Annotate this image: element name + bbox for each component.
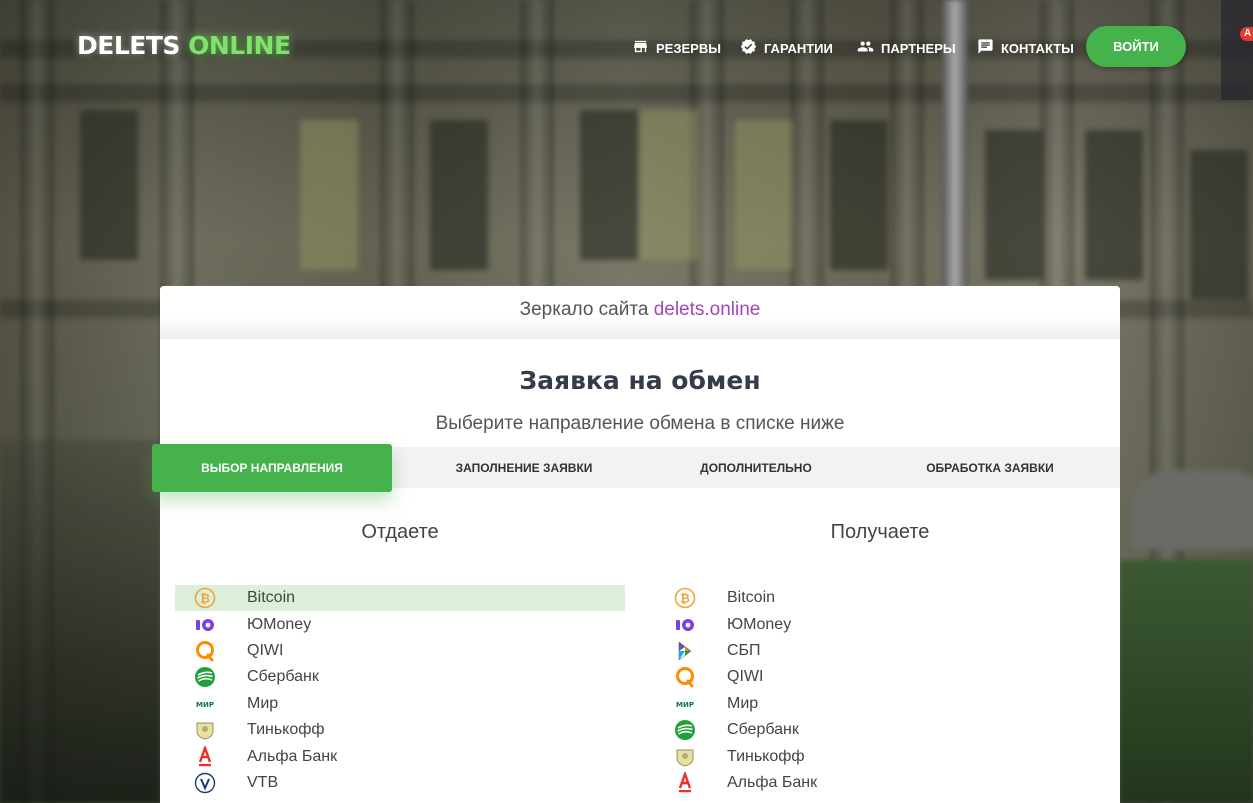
- nav-reserves-label: РЕЗЕРВЫ: [656, 40, 721, 56]
- qiwi-icon: [194, 640, 216, 662]
- exchange-card: Зеркало сайта delets.online Заявка на об…: [152, 286, 1120, 803]
- tab-processing[interactable]: ОБРАБОТКА ЗАЯВКИ: [870, 447, 1110, 488]
- currency-name: Сбербанк: [247, 668, 319, 686]
- currency-name: QIWI: [247, 641, 284, 659]
- logo-main: DELETS: [77, 31, 189, 60]
- give-item-tinkoff[interactable]: Тинькофф: [175, 717, 625, 743]
- currency-name: Мир: [727, 694, 759, 712]
- svg-text:МИР: МИР: [676, 701, 694, 709]
- nav-partners-label: ПАРТНЕРЫ: [881, 40, 956, 56]
- vtb-icon: [194, 772, 216, 794]
- currency-name: Bitcoin: [247, 589, 296, 607]
- svg-text:₿: ₿: [680, 592, 690, 606]
- currency-name: Альфа Банк: [727, 773, 818, 791]
- currency-name: ЮMoney: [727, 615, 792, 633]
- get-item-mir[interactable]: МИР Мир: [655, 691, 1105, 717]
- logo-accent: ONLINE: [188, 31, 291, 60]
- give-item-yoomoney[interactable]: ЮMoney: [175, 611, 625, 637]
- yoomoney-icon: [674, 614, 696, 636]
- currency-name: СБП: [727, 641, 761, 659]
- nav-partners[interactable]: ПАРТНЕРЫ: [856, 38, 956, 58]
- site-header: DELETS ONLINE РЕЗЕРВЫ ГАРАНТИИ ПАРТНЕРЫ …: [0, 0, 1253, 100]
- get-heading: Получаете: [830, 521, 930, 543]
- currency-name: VTB: [247, 773, 279, 791]
- verified-badge-icon: [739, 38, 758, 58]
- get-item-sbp[interactable]: СБП: [655, 638, 1105, 664]
- get-item-sberbank[interactable]: Сбербанк: [655, 717, 1105, 743]
- tinkoff-icon: [194, 719, 216, 741]
- give-item-qiwi[interactable]: QIWI: [175, 638, 625, 664]
- login-button[interactable]: ВОЙТИ: [1086, 26, 1186, 67]
- mirror-link[interactable]: delets.online: [654, 299, 761, 320]
- step-tabs: ЗАПОЛНЕНИЕ ЗАЯВКИ ДОПОЛНИТЕЛЬНО ОБРАБОТК…: [152, 444, 1120, 492]
- currency-name: Тинькофф: [727, 747, 805, 765]
- give-item-bitcoin[interactable]: ₿ Bitcoin: [175, 585, 625, 612]
- nav-contacts[interactable]: КОНТАКТЫ: [976, 38, 1074, 58]
- nav-reserves[interactable]: РЕЗЕРВЫ: [631, 38, 721, 58]
- svg-text:₿: ₿: [200, 592, 210, 606]
- give-item-mir[interactable]: МИР Мир: [175, 691, 625, 717]
- nav-guarantees-label: ГАРАНТИИ: [764, 40, 833, 56]
- nav-contacts-label: КОНТАКТЫ: [1001, 40, 1074, 56]
- mirror-banner: Зеркало сайта delets.online: [160, 286, 1120, 339]
- currency-name: QIWI: [727, 668, 764, 686]
- mir-icon: МИР: [674, 693, 696, 715]
- give-item-vtb[interactable]: VTB: [175, 770, 625, 796]
- get-currency-list: ₿ Bitcoin ЮMoney СБП QIWI МИР Мир Сберба…: [655, 585, 1105, 796]
- yoomoney-icon: [194, 614, 216, 636]
- tab-additional[interactable]: ДОПОЛНИТЕЛЬНО: [636, 447, 876, 488]
- give-heading: Отдаете: [361, 521, 439, 543]
- currency-name: Bitcoin: [727, 589, 776, 607]
- give-item-alfa-bank[interactable]: Альфа Банк: [175, 743, 625, 769]
- currency-name: Тинькофф: [247, 721, 325, 739]
- sberbank-icon: [674, 719, 696, 741]
- get-item-qiwi[interactable]: QIWI: [655, 664, 1105, 690]
- sbp-icon: [674, 640, 696, 662]
- currency-name: Мир: [247, 694, 279, 712]
- alfa-bank-icon: [194, 745, 216, 768]
- get-item-alfa-bank[interactable]: Альфа Банк: [655, 770, 1105, 796]
- bitcoin-icon: ₿: [674, 587, 696, 609]
- get-item-yoomoney[interactable]: ЮMoney: [655, 611, 1105, 637]
- currency-name: Альфа Банк: [247, 747, 338, 765]
- tab-fill-request[interactable]: ЗАПОЛНЕНИЕ ЗАЯВКИ: [404, 447, 644, 488]
- get-item-tinkoff[interactable]: Тинькофф: [655, 743, 1105, 769]
- currency-name: Сбербанк: [727, 721, 799, 739]
- alfa-bank-icon: [674, 771, 696, 794]
- mirror-prefix: Зеркало сайта: [519, 299, 654, 320]
- bitcoin-icon: ₿: [194, 587, 216, 609]
- people-icon: [856, 38, 875, 58]
- mir-icon: МИР: [194, 693, 216, 715]
- page-subtitle: Выберите направление обмена в списке ниж…: [435, 413, 845, 434]
- qiwi-icon: [674, 666, 696, 688]
- chat-icon: [976, 38, 995, 58]
- side-widget[interactable]: [1221, 0, 1253, 100]
- store-icon: [631, 38, 650, 58]
- tab-select-direction[interactable]: ВЫБОР НАПРАВЛЕНИЯ: [152, 444, 392, 492]
- page-title: Заявка на обмен: [519, 366, 761, 395]
- svg-text:МИР: МИР: [196, 701, 214, 709]
- currency-name: ЮMoney: [247, 615, 312, 633]
- site-logo[interactable]: DELETS ONLINE: [77, 31, 291, 60]
- tinkoff-icon: [674, 746, 696, 768]
- get-item-bitcoin[interactable]: ₿ Bitcoin: [655, 585, 1105, 611]
- notification-badge[interactable]: A: [1240, 27, 1253, 41]
- nav-guarantees[interactable]: ГАРАНТИИ: [739, 38, 833, 58]
- give-item-sberbank[interactable]: Сбербанк: [175, 664, 625, 690]
- give-currency-list: ₿ Bitcoin ЮMoney QIWI Сбербанк МИР Мир Т…: [175, 585, 625, 796]
- sberbank-icon: [194, 666, 216, 688]
